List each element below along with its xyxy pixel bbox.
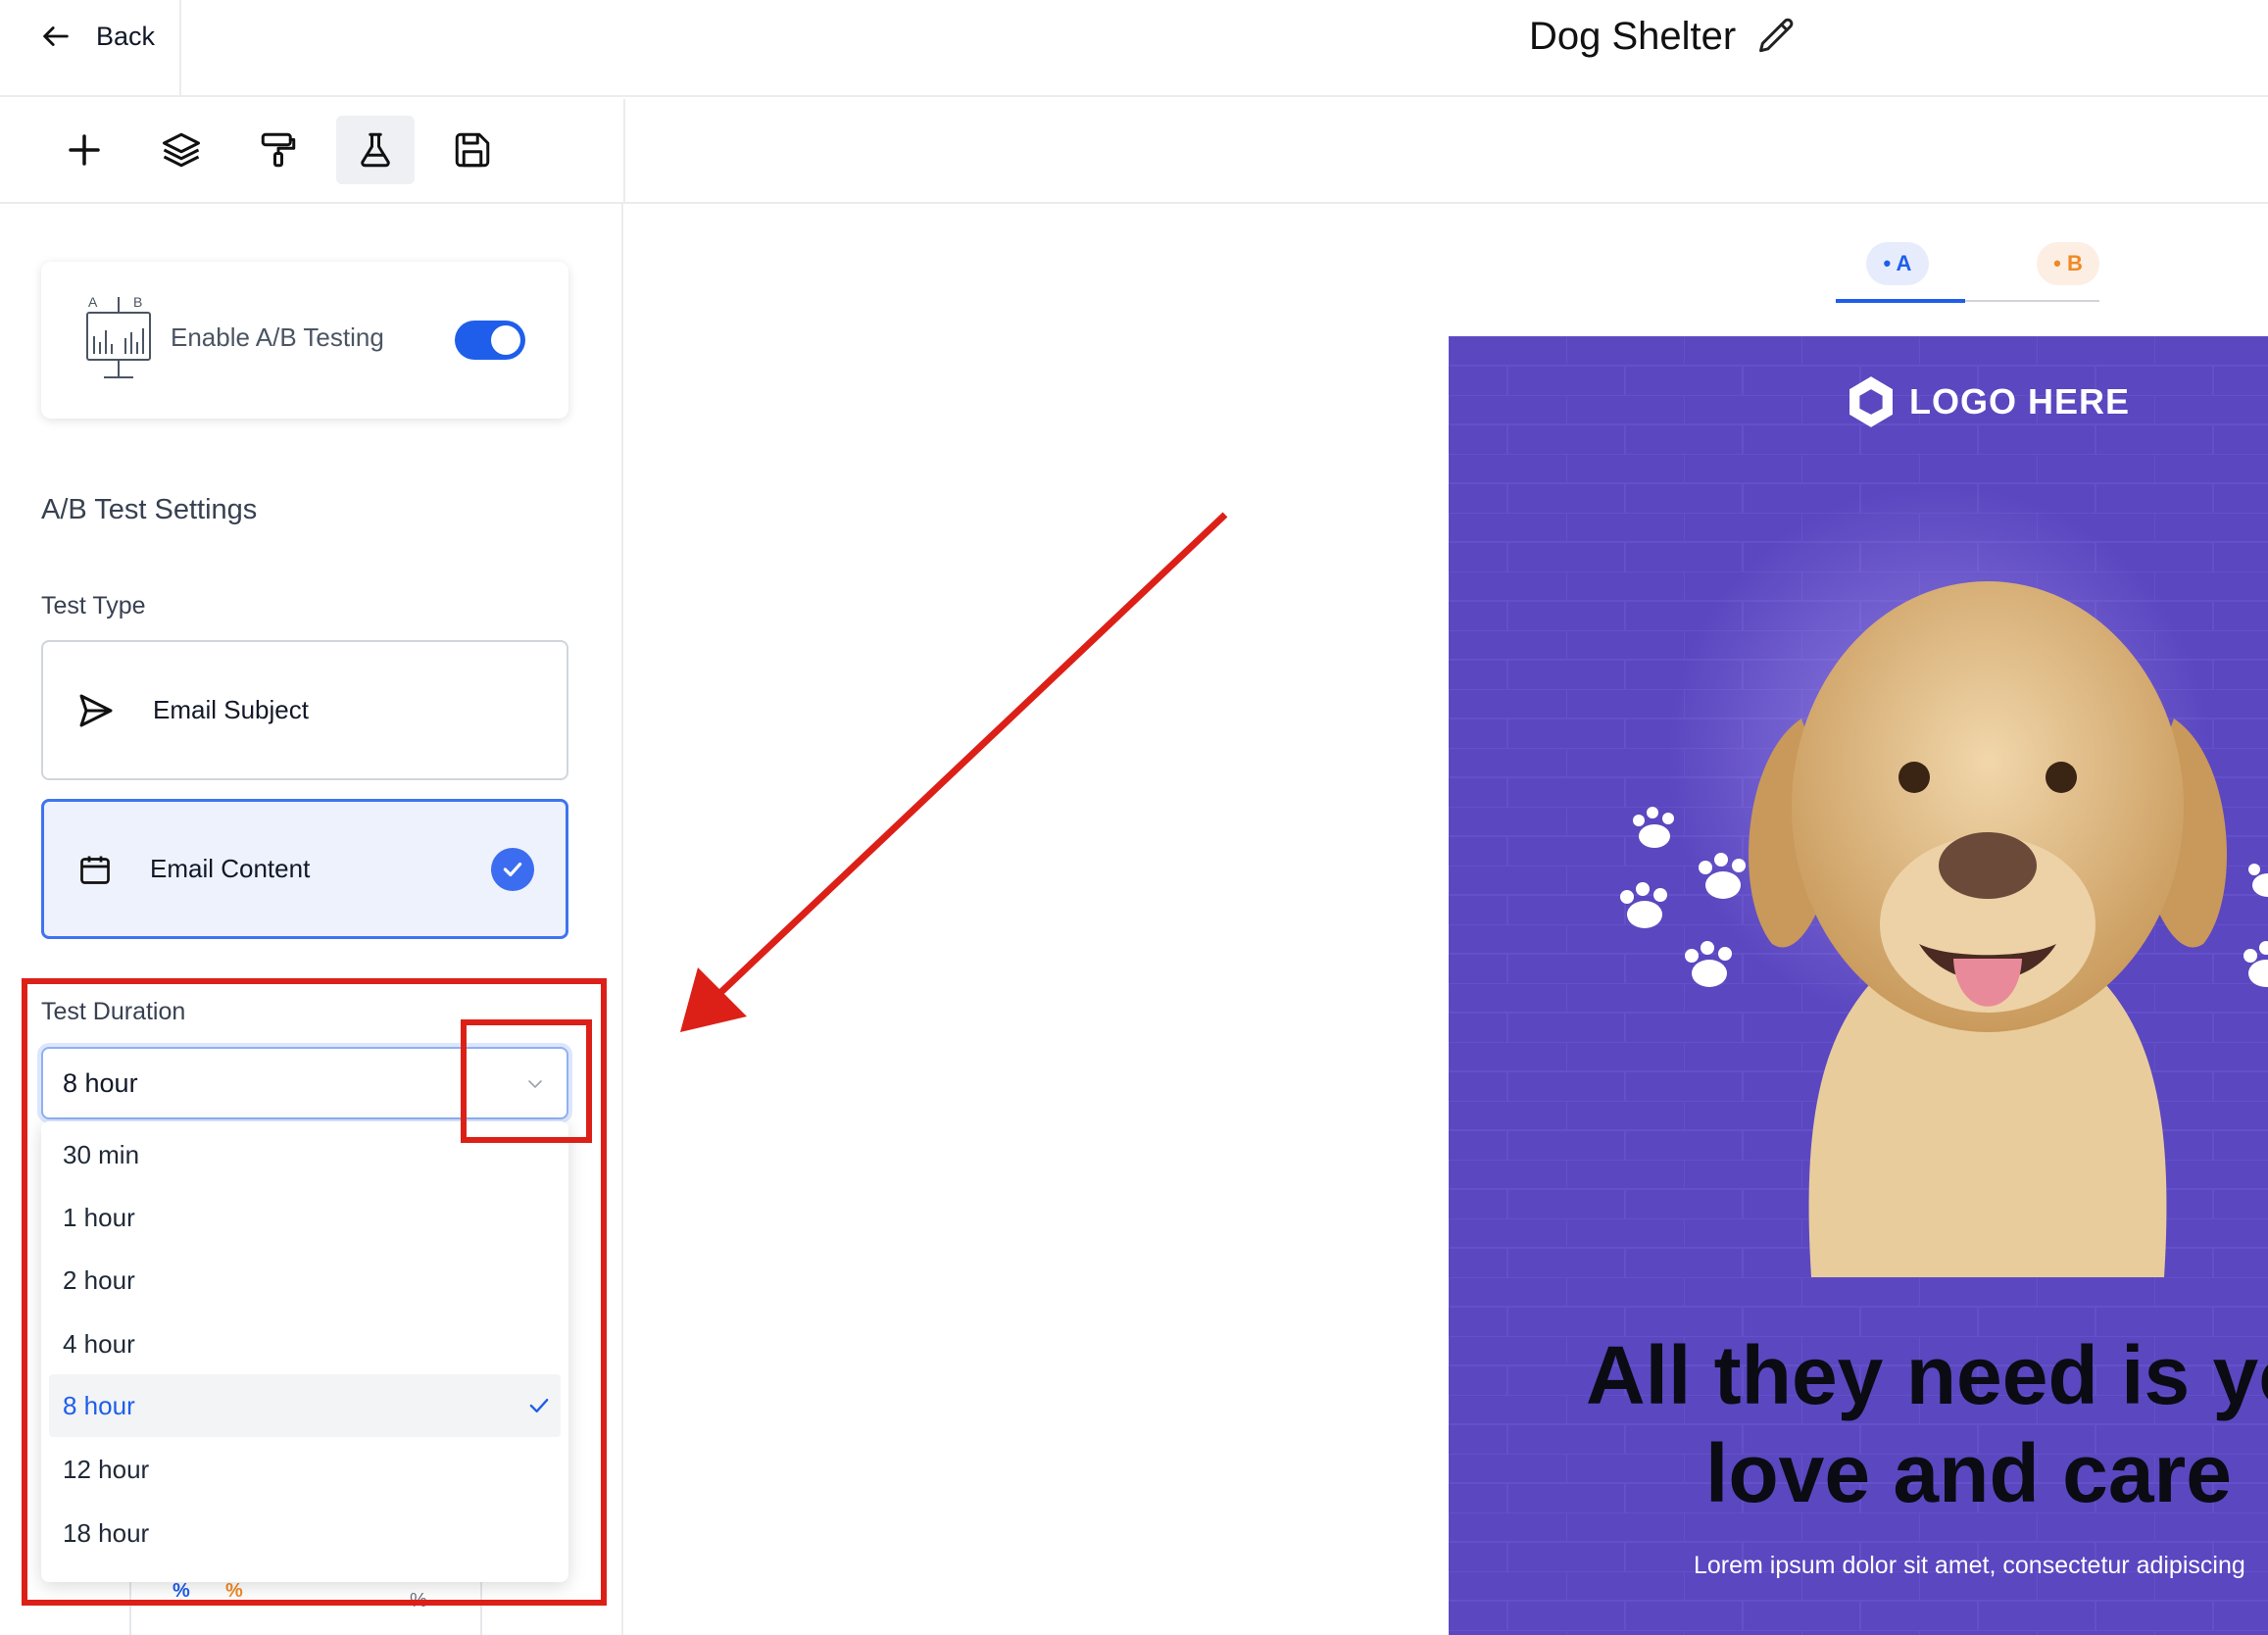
ab-icon-letter-a: A (88, 294, 98, 310)
logo-text: LOGO HERE (1909, 381, 2131, 421)
variant-a-label: • A (1883, 251, 1912, 275)
plus-icon (69, 134, 100, 166)
layers-button[interactable] (142, 116, 221, 184)
toggle-knob (491, 325, 520, 355)
test-type-email-content[interactable]: Email Content (41, 799, 568, 939)
flask-icon (361, 132, 390, 168)
canvas-toolbar (623, 99, 2268, 204)
save-icon (455, 132, 490, 168)
back-button[interactable]: Back (39, 16, 155, 57)
layers-icon (163, 132, 200, 168)
title-wrap: Dog Shelter (1529, 6, 1799, 67)
back-label: Back (96, 21, 156, 51)
pencil-icon[interactable] (1755, 15, 1799, 58)
variant-a-tab[interactable]: • A (1866, 242, 1929, 285)
email-preview[interactable]: LOGO HERE All they need is yo love and c… (1449, 336, 2268, 1635)
email-body-text: Lorem ipsum dolor sit amet, consectetur … (1694, 1552, 2245, 1579)
add-button[interactable] (45, 116, 123, 184)
variant-a-indicator (1836, 299, 1965, 303)
style-button[interactable] (239, 116, 318, 184)
headline-line-2: love and care (1705, 1427, 2232, 1519)
ab-test-button[interactable] (336, 116, 415, 184)
annotation-chevron-box (461, 1019, 592, 1143)
page-title: Dog Shelter (1529, 14, 1737, 58)
variant-b-label: • B (2053, 251, 2083, 275)
editor-toolbar (0, 99, 623, 204)
hexagon-logo-icon (1849, 376, 1893, 427)
paw-prints-decoration-right (2243, 864, 2268, 987)
ab-chart-icon: A B (86, 294, 151, 378)
ab-settings-heading: A/B Test Settings (41, 494, 258, 525)
save-button[interactable] (433, 116, 512, 184)
selected-check-icon (491, 847, 534, 891)
dog-image (1749, 581, 2227, 1277)
top-bar (0, 0, 2268, 97)
email-content-label: Email Content (150, 854, 311, 883)
email-logo: LOGO HERE (1841, 372, 2130, 432)
test-type-label: Test Type (41, 592, 146, 619)
headline-line-1: All they need is yo (1586, 1329, 2268, 1421)
variant-b-tab[interactable]: • B (2037, 242, 2099, 285)
variant-tabs-baseline (1965, 300, 2099, 302)
send-icon (79, 694, 113, 726)
ab-icon-letter-b: B (133, 294, 142, 310)
paint-roller-icon (261, 132, 296, 168)
ab-testing-toggle[interactable] (455, 321, 525, 360)
arrow-left-icon (43, 26, 69, 46)
paw-prints-decoration (1620, 807, 1746, 987)
enable-ab-label: Enable A/B Testing (171, 322, 384, 352)
test-type-email-subject[interactable]: Email Subject (41, 640, 568, 780)
email-headline: All they need is yo love and care (1449, 1326, 2268, 1522)
email-subject-label: Email Subject (153, 695, 309, 724)
annotation-arrow (680, 512, 1228, 1032)
ab-testing-card: A B Enable A/B Testing (41, 262, 568, 419)
calendar-icon (80, 856, 110, 884)
